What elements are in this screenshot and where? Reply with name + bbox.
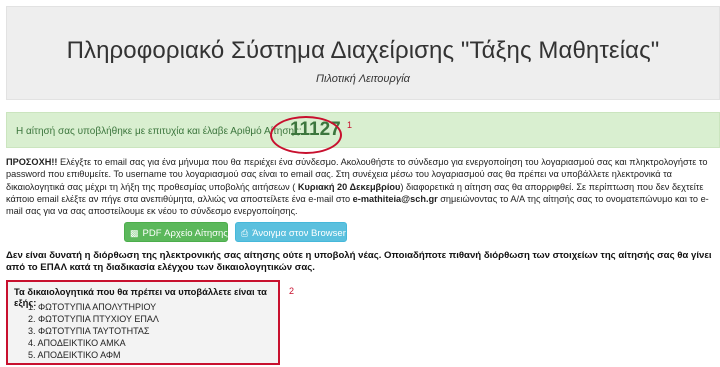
documents-list: 1. ΦΩΤΟΤΥΠΙΑ ΑΠΟΛΥΤΗΡΙΟΥ 2. ΦΩΤΟΤΥΠΙΑ ΠΤ… bbox=[28, 301, 159, 361]
required-documents-box: Τα δικαιολογητικά που θα πρέπει να υποβά… bbox=[6, 280, 280, 365]
correction-warning: Δεν είναι δυνατή η διόρθωση της ηλεκτρον… bbox=[6, 250, 712, 274]
page-title: Πληροφοριακό Σύστημα Διαχείρισης "Τάξης … bbox=[66, 37, 660, 64]
pdf-download-button[interactable]: ▩ PDF Αρχείο Αίτησης bbox=[124, 222, 228, 242]
success-alert: Η αίτησή σας υποβλήθηκε με επιτυχία και … bbox=[6, 112, 720, 148]
pdf-button-label: PDF Αρχείο Αίτησης bbox=[142, 228, 228, 239]
notice-email: e-mathiteia@sch.gr bbox=[352, 193, 438, 204]
page-header: Πληροφοριακό Σύστημα Διαχείρισης "Τάξης … bbox=[6, 6, 720, 100]
list-item: 2. ΦΩΤΟΤΥΠΙΑ ΠΤΥΧΙΟΥ ΕΠΑΛ bbox=[28, 314, 159, 324]
notice-paragraph: ΠΡΟΣΟΧΗ!! Ελέγξτε το email σας για ένα μ… bbox=[6, 156, 720, 217]
browser-button-label: Άνοιγμα στον Browser bbox=[252, 228, 346, 239]
list-item: 3. ΦΩΤΟΤΥΠΙΑ ΤΑΥΤΟΤΗΤΑΣ bbox=[28, 326, 150, 336]
file-pdf-icon: ▩ bbox=[130, 228, 139, 238]
highlight-ring bbox=[270, 116, 342, 154]
success-message: Η αίτησή σας υποβλήθηκε με επιτυχία και … bbox=[16, 126, 302, 137]
page-subtitle: Πιλοτική Λειτουργία bbox=[316, 73, 410, 85]
annotation-marker-2: 2 bbox=[289, 286, 295, 296]
printer-icon: ⎙ bbox=[241, 228, 249, 238]
list-item: 4. ΑΠΟΔΕΙΚΤΙΚΟ ΑΜΚΑ bbox=[28, 338, 126, 348]
open-in-browser-button[interactable]: ⎙ Άνοιγμα στον Browser bbox=[235, 222, 347, 242]
annotation-marker-1: 1 bbox=[347, 120, 353, 130]
notice-deadline: Κυριακή 20 Δεκεμβρίου bbox=[297, 181, 401, 192]
list-item: 1. ΦΩΤΟΤΥΠΙΑ ΑΠΟΛΥΤΗΡΙΟΥ bbox=[28, 302, 157, 312]
notice-label: ΠΡΟΣΟΧΗ!! bbox=[6, 157, 58, 167]
list-item: 5. ΑΠΟΔΕΙΚΤΙΚΟ ΑΦΜ bbox=[28, 350, 121, 360]
